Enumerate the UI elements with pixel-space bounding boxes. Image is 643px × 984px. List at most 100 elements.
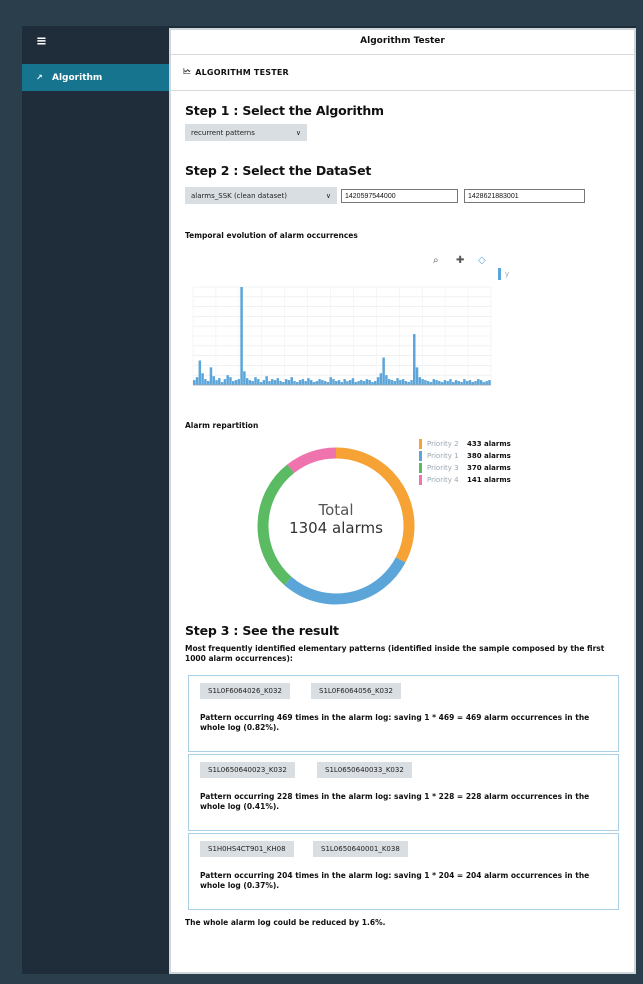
bar <box>321 380 324 385</box>
dataset-select[interactable]: alarms_SSK (clean dataset) ∨ <box>185 187 337 204</box>
bar <box>399 380 402 385</box>
chevron-down-icon: ∨ <box>325 191 331 200</box>
bar <box>309 380 313 385</box>
bar <box>465 381 469 385</box>
bar <box>337 380 341 385</box>
pattern-chip: S1H0HS4CT901_KH08 <box>200 841 294 857</box>
bar <box>276 378 280 385</box>
start-timestamp-input[interactable] <box>341 189 458 203</box>
bar <box>351 378 355 385</box>
bar <box>438 381 441 385</box>
bar <box>390 380 394 385</box>
sidebar-item-algorithm[interactable]: ↗ Algorithm <box>22 64 169 91</box>
bar <box>257 379 260 385</box>
bar <box>435 380 438 385</box>
legend-swatch <box>498 268 501 280</box>
bar <box>270 379 274 385</box>
bar <box>265 376 268 385</box>
step1-title: Step 1 : Select the Algorithm <box>185 103 384 118</box>
bar <box>457 381 461 385</box>
bar <box>293 381 296 385</box>
repartition-title: Alarm repartition <box>185 421 259 430</box>
bar <box>290 377 293 385</box>
step3-intro: Most frequently identified elementary pa… <box>185 644 605 663</box>
bar <box>262 380 266 385</box>
bar <box>231 381 235 385</box>
bar <box>279 381 282 385</box>
hamburger-icon[interactable]: ≡ <box>36 34 47 49</box>
bar <box>223 379 227 385</box>
bar <box>488 380 491 385</box>
bar <box>251 381 254 385</box>
pattern-description: Pattern occurring 228 times in the alarm… <box>200 792 590 811</box>
bar <box>329 377 332 385</box>
bar <box>446 381 449 385</box>
temporal-chart <box>192 286 492 386</box>
bar <box>215 380 218 385</box>
donut-slice <box>284 557 406 605</box>
algorithm-select[interactable]: recurrent patterns ∨ <box>185 124 307 141</box>
reset-icon[interactable]: ◇ <box>478 255 486 266</box>
bar <box>229 377 232 385</box>
bar <box>204 379 207 385</box>
legend-item[interactable]: Priority 2 433 alarms <box>419 438 511 450</box>
legend-count: 370 alarms <box>467 464 511 472</box>
step2-title: Step 2 : Select the DataSet <box>185 163 372 178</box>
bar <box>429 382 433 385</box>
bar <box>326 382 330 385</box>
chart-icon: 🗠 <box>183 66 192 76</box>
bar <box>301 379 305 385</box>
bar <box>240 287 243 385</box>
bar <box>385 375 388 385</box>
legend-item[interactable]: Priority 1 380 alarms <box>419 450 511 462</box>
zoom-icon[interactable]: ⌕ <box>433 255 439 266</box>
bar <box>382 357 385 385</box>
legend-swatch <box>419 475 422 485</box>
bar <box>432 379 435 385</box>
bar <box>287 380 291 385</box>
legend-item[interactable]: Priority 4 141 alarms <box>419 474 511 486</box>
dataset-select-value: alarms_SSK (clean dataset) <box>191 191 287 200</box>
end-timestamp-input[interactable] <box>464 189 585 203</box>
bar <box>315 381 319 385</box>
bar <box>282 382 285 385</box>
bar <box>195 377 199 385</box>
algorithm-select-value: recurrent patterns <box>191 128 255 137</box>
bar <box>296 382 299 385</box>
bar <box>212 376 215 385</box>
pattern-card: S1H0HS4CT901_KH08 S1L0650640001_K038 Pat… <box>188 833 619 910</box>
bar <box>268 381 271 385</box>
pattern-description: Pattern occurring 469 times in the alarm… <box>200 713 590 732</box>
chevron-down-icon: ∨ <box>295 128 301 137</box>
bar <box>245 378 249 385</box>
bar <box>348 380 352 385</box>
legend-item[interactable]: Priority 3 370 alarms <box>419 462 511 474</box>
main-panel: Algorithm Tester 🗠 ALGORITHM TESTER Step… <box>169 28 636 974</box>
bar <box>201 373 204 385</box>
bar <box>284 379 288 385</box>
legend-count: 433 alarms <box>467 440 511 448</box>
bar <box>479 380 483 385</box>
pattern-chip: S1L0F6064026_K032 <box>200 683 290 699</box>
bar <box>226 375 229 385</box>
app-frame: ≡ ↗ Algorithm Algorithm Tester 🗠 ALGORIT… <box>22 26 636 974</box>
pattern-card: S1L0650640023_K032 S1L0650640033_K032 Pa… <box>188 754 619 831</box>
bar <box>449 379 452 385</box>
pan-icon[interactable]: ✚ <box>456 255 464 266</box>
pattern-chip: S1L0650640033_K032 <box>317 762 412 778</box>
bar <box>379 373 383 385</box>
bar <box>401 379 405 385</box>
bar <box>234 380 238 385</box>
bar <box>193 380 196 385</box>
bar <box>365 379 369 385</box>
bar <box>304 381 307 385</box>
bar <box>454 380 458 385</box>
bar <box>374 381 377 385</box>
bar <box>220 382 224 385</box>
legend-priority: Priority 3 <box>427 464 459 472</box>
bar <box>362 381 366 385</box>
bar <box>307 378 310 385</box>
bar <box>360 380 363 385</box>
bar <box>259 382 263 385</box>
bar <box>474 381 477 385</box>
